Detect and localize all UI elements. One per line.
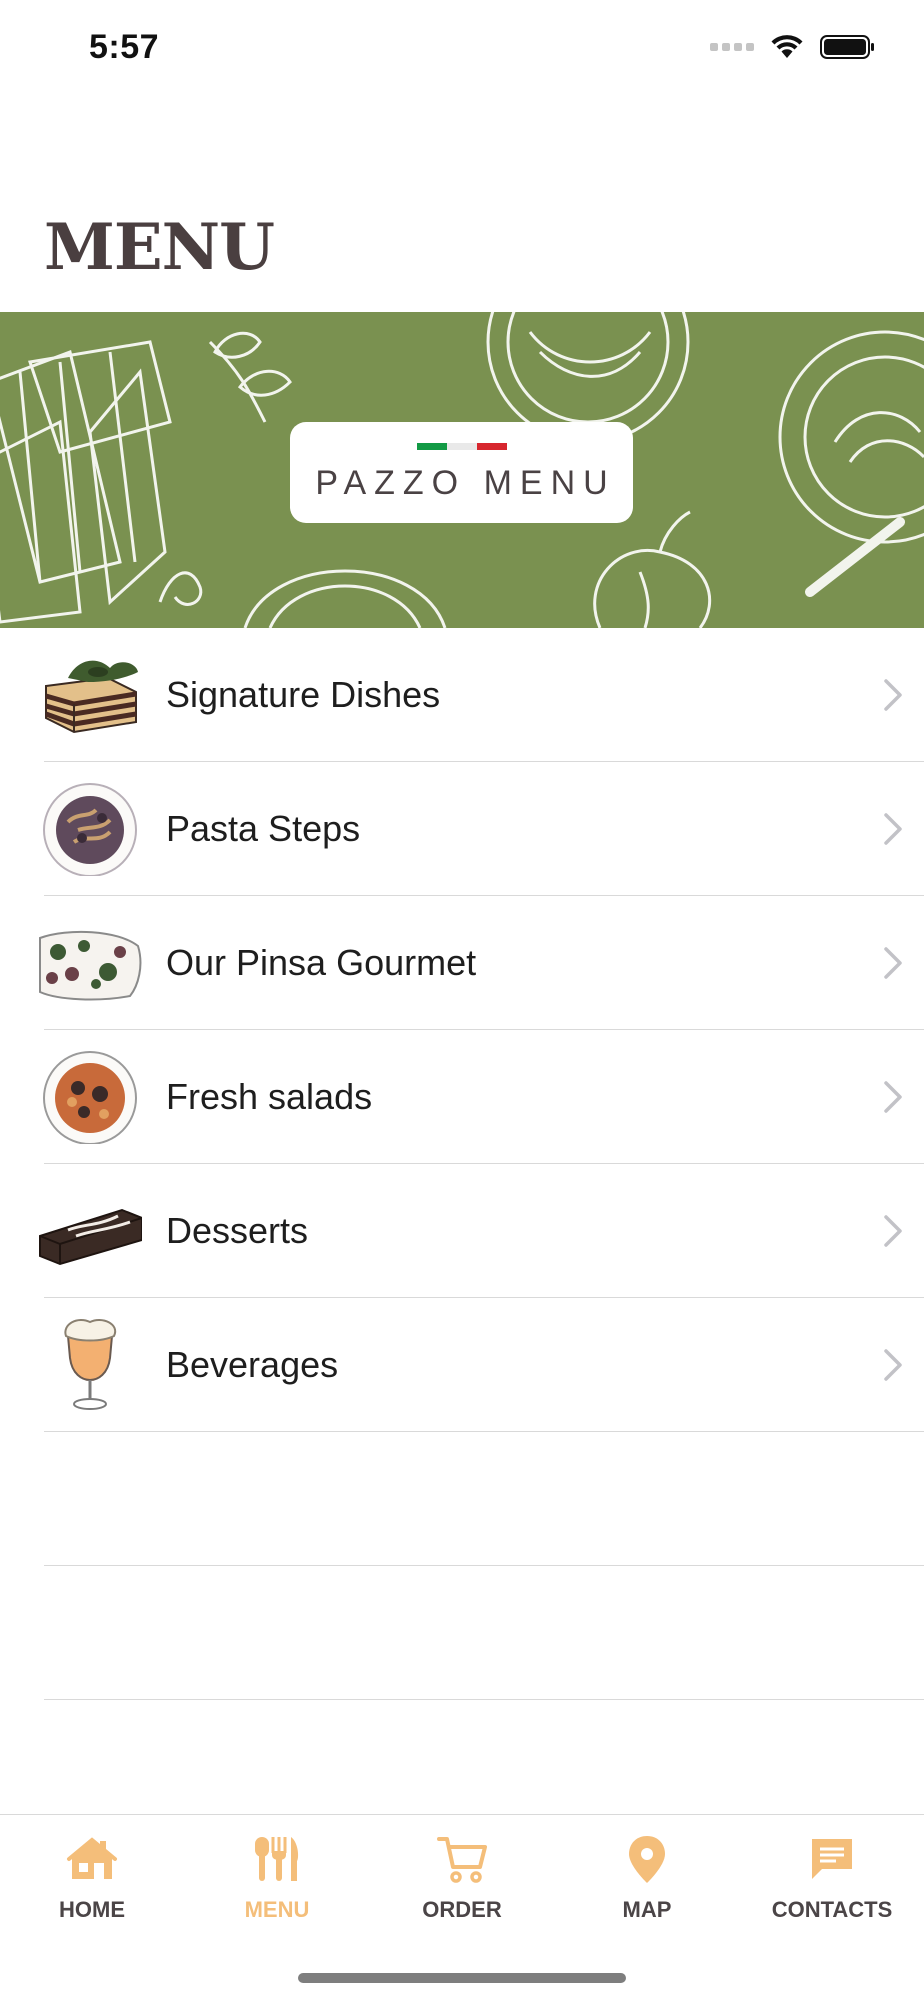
menu-item-desserts[interactable]: Desserts — [0, 1164, 924, 1298]
brand-badge: PAZZO MENU — [290, 422, 633, 523]
empty-row — [0, 1432, 924, 1566]
brand-name: PAZZO MENU — [315, 463, 616, 502]
menu-item-fresh-salads[interactable]: Fresh salads — [0, 1030, 924, 1164]
menu-item-label: Our Pinsa Gourmet — [166, 942, 477, 983]
fork-knife-icon — [255, 1837, 299, 1881]
status-time: 5:57 — [89, 28, 160, 66]
tab-map[interactable]: MAP — [555, 1833, 739, 1923]
chevron-right-icon — [884, 813, 902, 845]
cart-icon — [437, 1837, 487, 1883]
menu-item-label: Pasta Steps — [166, 808, 361, 849]
beer-glass-icon — [64, 1318, 117, 1410]
tab-label: ORDER — [422, 1897, 502, 1922]
chevron-right-icon — [884, 947, 902, 979]
menu-item-pinsa-gourmet[interactable]: Our Pinsa Gourmet — [0, 896, 924, 1030]
menu-item-pasta-steps[interactable]: Pasta Steps — [0, 762, 924, 896]
menu-banner: PAZZO MENU — [0, 312, 924, 628]
status-icons — [710, 34, 876, 60]
menu-item-label: Fresh salads — [166, 1076, 373, 1117]
menu-item-signature-dishes[interactable]: Signature Dishes — [0, 628, 924, 762]
wifi-icon — [771, 35, 803, 58]
chevron-right-icon — [884, 1215, 902, 1247]
italian-flag-icon — [416, 442, 507, 450]
home-indicator — [298, 1973, 626, 1983]
pasta-plate-icon — [43, 783, 137, 876]
menu-item-label: Desserts — [166, 1210, 309, 1251]
tab-label: CONTACTS — [771, 1897, 893, 1922]
tab-menu[interactable]: MENU — [185, 1833, 369, 1923]
tab-label: MAP — [622, 1897, 672, 1922]
lasagna-icon — [45, 660, 138, 734]
status-bar: 5:57 — [0, 0, 924, 100]
menu-item-beverages[interactable]: Beverages — [0, 1298, 924, 1432]
empty-row — [0, 1566, 924, 1700]
battery-icon — [820, 35, 874, 59]
tab-home[interactable]: HOME — [0, 1833, 184, 1923]
chevron-right-icon — [884, 1081, 902, 1113]
menu-item-label: Signature Dishes — [166, 674, 441, 715]
page-title: MENU — [44, 210, 275, 285]
map-pin-icon — [629, 1836, 665, 1883]
salad-plate-icon — [43, 1051, 137, 1144]
pinsa-icon — [39, 930, 142, 1001]
cellular-signal-icon — [710, 43, 754, 51]
menu-category-list: Signature Dishes Pasta Steps Our Pinsa G… — [0, 628, 924, 1700]
tab-label: MENU — [244, 1897, 310, 1922]
chat-icon — [812, 1839, 852, 1879]
tab-label: HOME — [59, 1897, 125, 1922]
chevron-right-icon — [884, 1349, 902, 1381]
tab-contacts[interactable]: CONTACTS — [740, 1833, 924, 1923]
chevron-right-icon — [884, 679, 902, 711]
menu-item-label: Beverages — [166, 1344, 339, 1385]
cake-slice-icon — [39, 1208, 142, 1266]
tab-order[interactable]: ORDER — [370, 1833, 554, 1923]
house-icon — [67, 1837, 117, 1879]
